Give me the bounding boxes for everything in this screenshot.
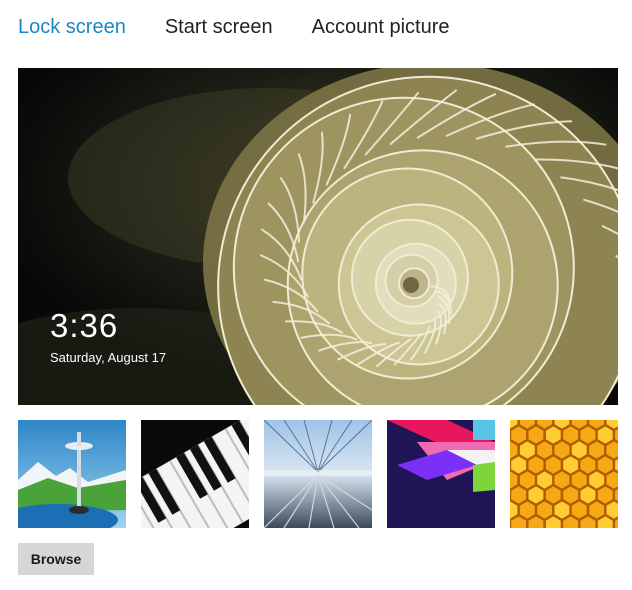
thumbnail-piano-keys[interactable] [141,420,249,528]
wallpaper-thumbnails [18,420,618,528]
thumbnail-honeycomb[interactable] [510,420,618,528]
tab-account-picture[interactable]: Account picture [312,14,450,40]
browse-button[interactable]: Browse [18,543,94,575]
lock-clock: 3:36 [50,307,119,344]
lock-screen-preview: 3:36 Saturday, August 17 [18,68,618,405]
thumbnail-color-shapes[interactable] [387,420,495,528]
lock-date: Saturday, August 17 [50,350,167,365]
tab-lock-screen[interactable]: Lock screen [18,14,126,40]
thumbnail-rail-tracks[interactable] [264,420,372,528]
personalize-tabs: Lock screen Start screen Account picture [18,13,489,41]
thumbnail-space-needle[interactable] [18,420,126,528]
tab-start-screen[interactable]: Start screen [165,14,273,40]
